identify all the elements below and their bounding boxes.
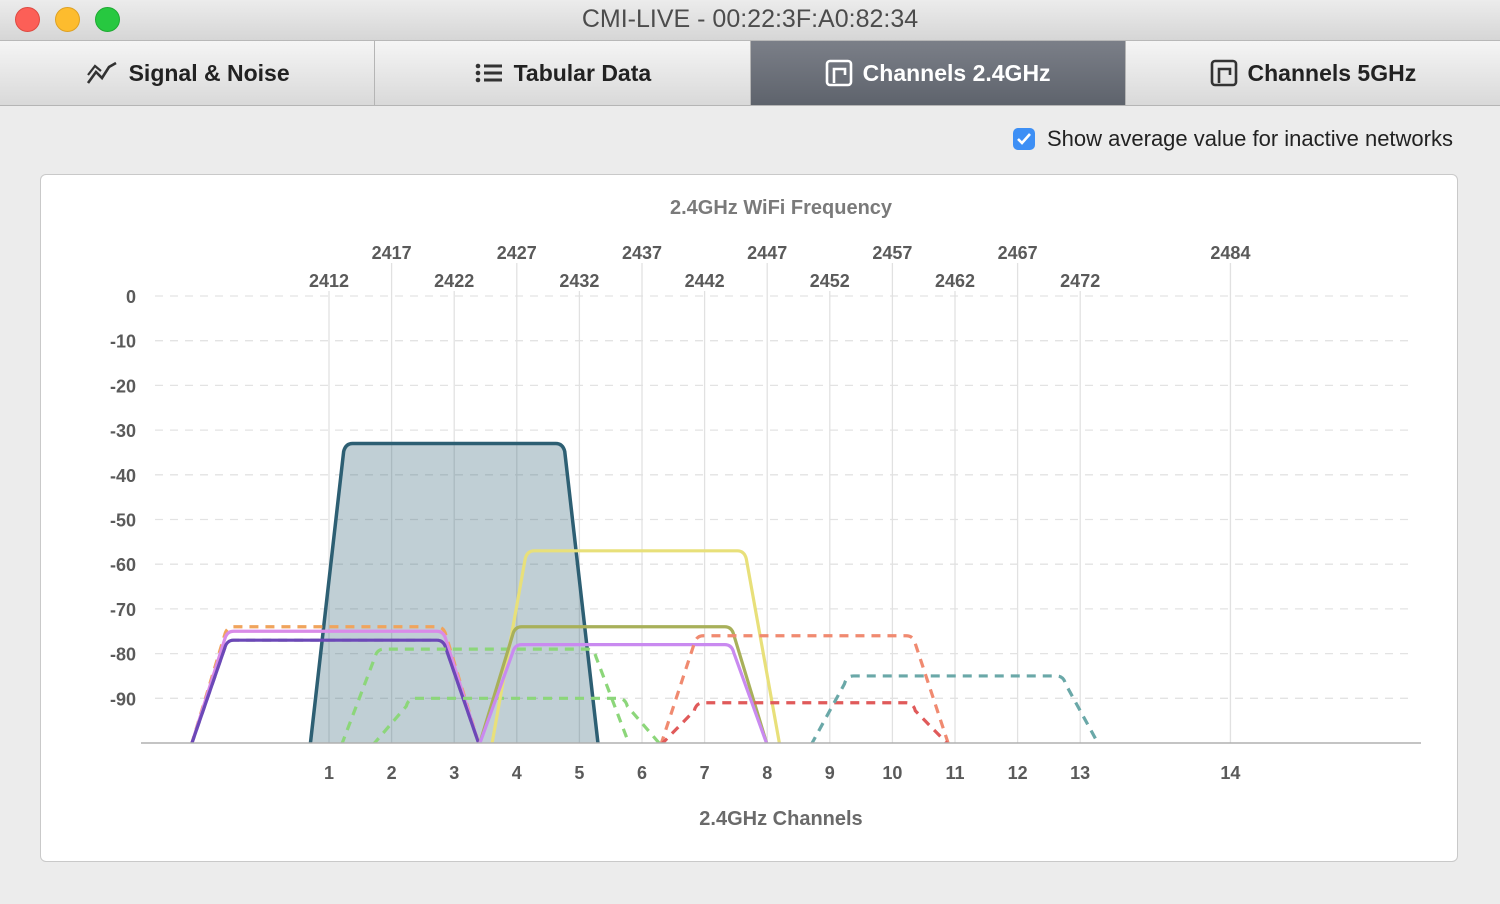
- y-tick-label: -60: [110, 555, 136, 575]
- channel-label: 11: [945, 763, 964, 783]
- tab-label: Signal & Noise: [128, 59, 290, 86]
- channel-label: 14: [1220, 763, 1240, 783]
- frequency-label: 2432: [559, 271, 599, 291]
- tab-label: Tabular Data: [513, 59, 652, 86]
- graph-icon: [85, 59, 119, 87]
- channel-label: 7: [700, 763, 710, 783]
- y-tick-label: -90: [110, 689, 136, 709]
- y-tick-label: -50: [110, 511, 136, 531]
- channel-label: 10: [882, 763, 902, 783]
- frequency-label: 2447: [747, 243, 787, 263]
- channel-label: 5: [574, 763, 584, 783]
- frequency-label: 2417: [372, 243, 412, 263]
- channel-chart: 0-10-20-30-40-50-60-70-80-90241212417224…: [110, 197, 1421, 830]
- frequency-label: 2484: [1210, 243, 1250, 263]
- frequency-label: 2437: [622, 243, 662, 263]
- y-tick-label: 0: [126, 287, 136, 307]
- y-tick-label: -10: [110, 332, 136, 352]
- chart-title: 2.4GHz WiFi Frequency: [670, 197, 893, 219]
- channel-label: 4: [512, 763, 522, 783]
- channel-icon: [1210, 59, 1238, 87]
- channel-label: 12: [1008, 763, 1028, 783]
- frequency-label: 2427: [497, 243, 537, 263]
- frequency-label: 2422: [434, 271, 474, 291]
- checkmark-icon: [1017, 133, 1031, 145]
- channel-label: 2: [387, 763, 397, 783]
- tab-bar: Signal & Noise Tabular Data Channels 2.4…: [0, 41, 1500, 106]
- channel-label: 6: [637, 763, 647, 783]
- frequency-label: 2472: [1060, 271, 1100, 291]
- frequency-label: 2442: [685, 271, 725, 291]
- show-average-checkbox[interactable]: [1013, 128, 1035, 150]
- title-bar: CMI-LIVE - 00:22:3F:A0:82:34: [0, 0, 1500, 41]
- y-tick-label: -70: [110, 600, 136, 620]
- tab-channels-5ghz[interactable]: Channels 5GHz: [1125, 41, 1500, 105]
- frequency-label: 2462: [935, 271, 975, 291]
- window-title: CMI-LIVE - 00:22:3F:A0:82:34: [581, 5, 919, 33]
- channel-label: 9: [825, 763, 835, 783]
- channel-label: 8: [762, 763, 772, 783]
- channel-label: 13: [1070, 763, 1090, 783]
- chart-panel: 0 -10 -20 -30 -40 -50 -60 -70 -80 -90 2412 1 2417 2 24…: [40, 174, 1458, 862]
- tab-channels-2-4ghz[interactable]: Channels 2.4GHz: [750, 41, 1126, 105]
- frequency-label: 2467: [998, 243, 1038, 263]
- channel-icon: [825, 59, 853, 87]
- frequency-label: 2452: [810, 271, 850, 291]
- channel-label: 3: [449, 763, 459, 783]
- y-tick-label: -20: [110, 376, 136, 396]
- y-tick-label: -30: [110, 421, 136, 441]
- tab-label: Channels 5GHz: [1247, 59, 1417, 86]
- y-tick-label: -80: [110, 645, 136, 665]
- x-axis-label: 2.4GHz Channels: [699, 808, 862, 830]
- show-average-option: Show average value for inactive networks: [1013, 125, 1453, 153]
- list-icon: [474, 61, 504, 85]
- channel-label: 1: [324, 763, 334, 783]
- show-average-label: Show average value for inactive networks: [1047, 126, 1453, 151]
- frequency-label: 2457: [872, 243, 912, 263]
- y-tick-label: -40: [110, 466, 136, 486]
- tab-label: Channels 2.4GHz: [862, 59, 1051, 86]
- frequency-label: 2412: [309, 271, 349, 291]
- tab-tabular-data[interactable]: Tabular Data: [375, 41, 751, 105]
- tab-signal-noise[interactable]: Signal & Noise: [0, 41, 376, 105]
